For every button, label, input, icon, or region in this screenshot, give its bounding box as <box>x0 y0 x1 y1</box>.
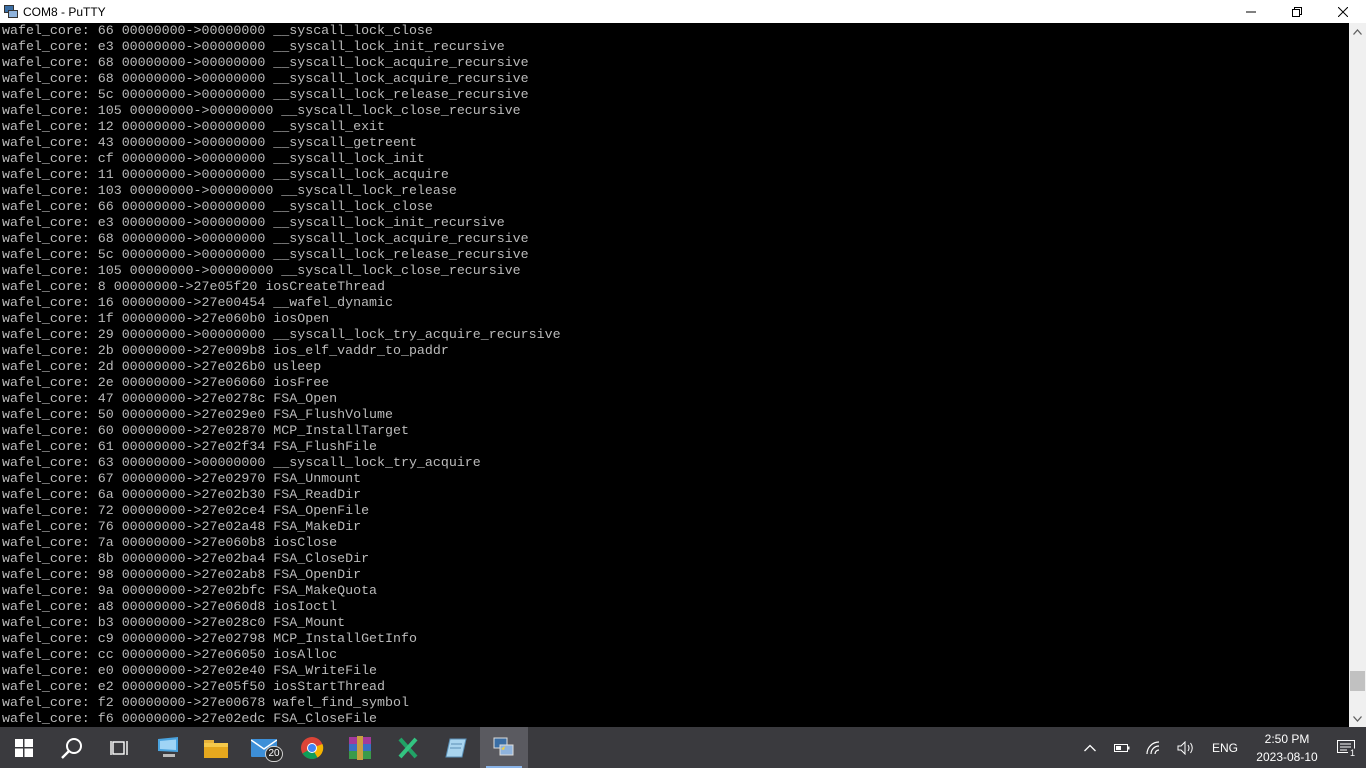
excel-icon <box>398 737 418 758</box>
input-language[interactable]: ENG <box>1202 741 1248 755</box>
terminal-line: wafel_core: 5c 00000000->00000000 __sysc… <box>2 87 529 102</box>
start-button[interactable] <box>0 727 48 768</box>
terminal-line: wafel_core: 105 00000000->00000000 __sys… <box>2 263 521 278</box>
terminal-line: wafel_core: 43 00000000->00000000 __sysc… <box>2 135 417 150</box>
terminal-line: wafel_core: 50 00000000->27e029e0 FSA_Fl… <box>2 407 393 422</box>
clock-date: 2023-08-10 <box>1256 749 1318 764</box>
scroll-down-button[interactable] <box>1349 710 1366 727</box>
volume-icon <box>1177 740 1193 755</box>
terminal-line: wafel_core: 66 00000000->00000000 __sysc… <box>2 23 433 38</box>
terminal-line: wafel_core: 103 00000000->00000000 __sys… <box>2 183 457 198</box>
taskbar-app-putty[interactable] <box>480 727 528 768</box>
terminal-line: wafel_core: 6a 00000000->27e02b30 FSA_Re… <box>2 487 362 502</box>
terminal-line: wafel_core: 8b 00000000->27e02ba4 FSA_Cl… <box>2 551 370 566</box>
restore-button[interactable] <box>1274 0 1320 23</box>
file-explorer-icon <box>204 739 228 758</box>
title-bar[interactable]: COM8 - PuTTY <box>0 0 1366 23</box>
terminal-line: wafel_core: 2e 00000000->27e06060 iosFre… <box>2 375 330 390</box>
clock-time: 2:50 PM <box>1264 731 1310 746</box>
this-pc-icon <box>158 736 178 757</box>
mail-badge: 20 <box>265 746 283 762</box>
terminal-line: wafel_core: 2d 00000000->27e026b0 usleep <box>2 359 322 374</box>
terminal-line: wafel_core: 5c 00000000->00000000 __sysc… <box>2 247 529 262</box>
terminal-line: wafel_core: f6 00000000->27e02edc FSA_Cl… <box>2 711 378 726</box>
terminal-line: wafel_core: 68 00000000->00000000 __sysc… <box>2 55 529 70</box>
search-icon <box>61 737 82 759</box>
terminal-line: wafel_core: 63 00000000->00000000 __sysc… <box>2 455 481 470</box>
minimize-button[interactable] <box>1228 0 1274 23</box>
search-button[interactable] <box>48 727 96 768</box>
battery-icon <box>1113 743 1130 752</box>
chevron-up-icon <box>1084 744 1096 751</box>
taskbar-app-this-pc[interactable] <box>144 727 192 768</box>
taskbar-app-file-explorer[interactable] <box>192 727 240 768</box>
terminal-line: wafel_core: 47 00000000->27e0278c FSA_Op… <box>2 391 338 406</box>
taskbar-app-mail[interactable]: 20 <box>240 727 288 768</box>
terminal-line: wafel_core: cc 00000000->27e06050 iosAll… <box>2 647 338 662</box>
restore-icon <box>1292 6 1302 17</box>
task-view-button[interactable] <box>96 727 144 768</box>
winrar-icon <box>349 735 371 760</box>
terminal-line: wafel_core: 7a 00000000->27e060b8 iosClo… <box>2 535 338 550</box>
terminal-line: wafel_core: cf 00000000->00000000 __sysc… <box>2 151 425 166</box>
taskbar-app-chrome[interactable] <box>288 727 336 768</box>
terminal-line: wafel_core: 68 00000000->00000000 __sysc… <box>2 71 529 86</box>
volume-button[interactable] <box>1170 727 1202 768</box>
terminal-line: wafel_core: e0 00000000->27e02e40 FSA_Wr… <box>2 663 378 678</box>
window-controls <box>1228 0 1366 23</box>
terminal-line: wafel_core: 61 00000000->27e02f34 FSA_Fl… <box>2 439 378 454</box>
windows-start-icon <box>15 738 33 757</box>
terminal-line: wafel_core: 2b 00000000->27e009b8 ios_el… <box>2 343 449 358</box>
taskbar-app-winrar[interactable] <box>336 727 384 768</box>
notepad-icon <box>445 738 467 757</box>
taskbar-app-notepad[interactable] <box>432 727 480 768</box>
putty-icon <box>493 737 514 755</box>
network-button[interactable] <box>1138 727 1170 768</box>
chrome-icon <box>301 736 324 759</box>
terminal-line: wafel_core: 9a 00000000->27e02bfc FSA_Ma… <box>2 583 378 598</box>
clock[interactable]: 2:50 PM 2023-08-10 <box>1248 730 1326 766</box>
terminal-line: wafel_core: 12 00000000->00000000 __sysc… <box>2 119 386 134</box>
task-view-icon <box>110 740 128 755</box>
scrollbar-thumb[interactable] <box>1350 670 1365 691</box>
terminal-line: wafel_core: a8 00000000->27e060d8 iosIoc… <box>2 599 338 614</box>
terminal-line: wafel_core: f2 00000000->27e00678 wafel_… <box>2 695 409 710</box>
terminal-line: wafel_core: 60 00000000->27e02870 MCP_In… <box>2 423 409 438</box>
notification-count: 1 <box>1347 748 1357 758</box>
terminal-output[interactable]: wafel_core: 66 00000000->00000000 __sysc… <box>0 23 1349 727</box>
wifi-icon <box>1146 740 1160 754</box>
terminal-line: wafel_core: b3 00000000->27e028c0 FSA_Mo… <box>2 615 346 630</box>
terminal-line: wafel_core: e2 00000000->27e05f50 iosSta… <box>2 679 386 694</box>
action-center-button[interactable]: 1 <box>1326 727 1366 768</box>
terminal-line: wafel_core: 68 00000000->00000000 __sysc… <box>2 231 529 246</box>
terminal-line: wafel_core: e3 00000000->00000000 __sysc… <box>2 39 505 54</box>
system-tray: ENG 2:50 PM 2023-08-10 1 <box>1074 727 1366 768</box>
terminal-line: wafel_core: 8 00000000->27e05f20 iosCrea… <box>2 279 386 294</box>
battery-button[interactable] <box>1106 727 1138 768</box>
terminal-line: wafel_core: 16 00000000->27e00454 __wafe… <box>2 295 393 310</box>
terminal-line: wafel_core: 76 00000000->27e02a48 FSA_Ma… <box>2 519 362 534</box>
scroll-up-arrow-icon <box>1353 28 1362 35</box>
terminal-line: wafel_core: 29 00000000->00000000 __sysc… <box>2 327 561 342</box>
terminal-line: wafel_core: 72 00000000->27e02ce4 FSA_Op… <box>2 503 370 518</box>
terminal-line: wafel_core: 11 00000000->00000000 __sysc… <box>2 167 449 182</box>
terminal-line: wafel_core: 1f 00000000->27e060b0 iosOpe… <box>2 311 330 326</box>
terminal-line: wafel_core: e3 00000000->00000000 __sysc… <box>2 215 505 230</box>
close-icon <box>1338 6 1348 17</box>
terminal-line: wafel_core: 67 00000000->27e02970 FSA_Un… <box>2 471 362 486</box>
terminal-line: wafel_core: 66 00000000->00000000 __sysc… <box>2 199 433 214</box>
terminal-line: wafel_core: 105 00000000->00000000 __sys… <box>2 103 521 118</box>
taskbar: 20 ENG 2:50 PM 2023-08-10 1 <box>0 727 1366 768</box>
scroll-up-button[interactable] <box>1349 23 1366 40</box>
taskbar-app-excel[interactable] <box>384 727 432 768</box>
vertical-scrollbar[interactable] <box>1349 23 1366 727</box>
scroll-down-arrow-icon <box>1353 715 1362 722</box>
close-button[interactable] <box>1320 0 1366 23</box>
minimize-icon <box>1246 11 1256 12</box>
window-title: COM8 - PuTTY <box>23 4 106 19</box>
terminal-line: wafel_core: c9 00000000->27e02798 MCP_In… <box>2 631 417 646</box>
terminal-line: wafel_core: 98 00000000->27e02ab8 FSA_Op… <box>2 567 362 582</box>
show-hidden-icons-button[interactable] <box>1074 727 1106 768</box>
putty-icon[interactable] <box>3 4 19 20</box>
